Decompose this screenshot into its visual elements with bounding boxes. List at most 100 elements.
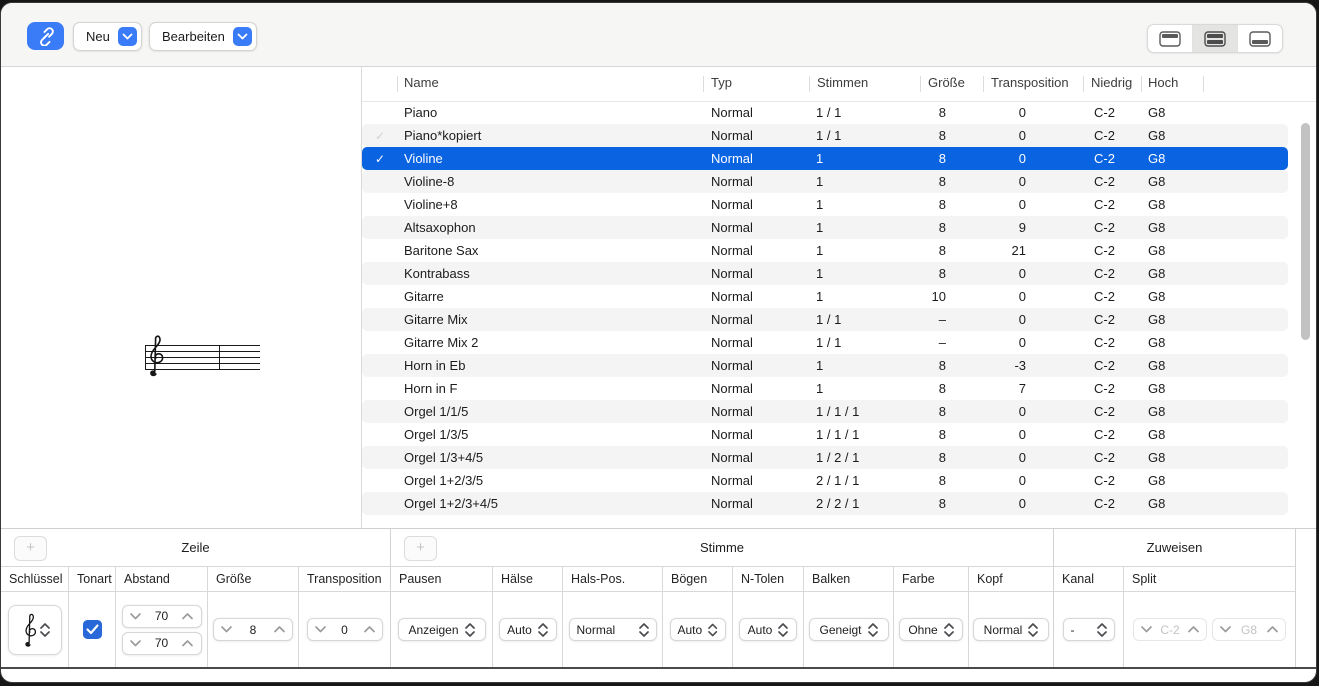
table-row[interactable]: Orgel 1/1/5 Normal 1 / 1 / 1 8 0 C-2 G8 (362, 400, 1288, 423)
haelse-select[interactable]: Auto (498, 618, 557, 641)
table-row[interactable]: Horn in Eb Normal 1 8 -3 C-2 G8 (362, 354, 1288, 377)
row-groesse: 8 (938, 473, 946, 488)
table-row[interactable]: Orgel 1+2/3/5 Normal 2 / 1 / 1 8 0 C-2 G… (362, 469, 1288, 492)
row-niedrig: C-2 (1094, 427, 1115, 442)
row-groesse: 8 (938, 358, 946, 373)
row-groesse: 10 (931, 289, 946, 304)
row-transposition: 0 (1018, 266, 1026, 281)
row-stimmen: 1 / 1 (816, 128, 842, 143)
tonart-checkbox[interactable] (82, 620, 102, 639)
stimme-title: Stimme (699, 540, 745, 555)
view-split-pane-button[interactable] (1192, 25, 1237, 52)
row-hoch: G8 (1148, 151, 1166, 166)
increment-icon (1188, 626, 1199, 633)
link-mode-button[interactable] (27, 22, 64, 50)
split-high-value: G8 (1240, 622, 1257, 637)
pausen-label: Pausen (391, 567, 492, 592)
balken-select[interactable]: Geneigt (808, 618, 889, 641)
row-groesse: 8 (938, 151, 946, 166)
new-button[interactable]: Neu (73, 22, 142, 51)
edit-dropdown-arrow[interactable] (232, 27, 252, 46)
row-name: Orgel 1/3+4/5 (404, 450, 484, 465)
row-groesse: 8 (938, 404, 946, 419)
farbe-select[interactable]: Ohne (899, 618, 963, 641)
transposition-stepper[interactable]: 0 (306, 618, 383, 641)
table-row[interactable]: Orgel 1/3/5 Normal 1 / 1 / 1 8 0 C-2 G8 (362, 423, 1288, 446)
updown-chevrons-icon (943, 622, 954, 637)
kopf-label: Kopf (969, 567, 1053, 592)
split-low-stepper[interactable]: C-2 (1133, 618, 1207, 641)
col-boegen: Bögen Auto (663, 567, 733, 667)
increment-icon[interactable] (182, 639, 194, 647)
hals-pos-select[interactable]: Normal (568, 618, 657, 641)
abstand-top-stepper[interactable]: 70 (121, 604, 202, 628)
split-high-stepper[interactable]: G8 (1212, 618, 1286, 641)
n-tolen-select[interactable]: Auto (739, 618, 797, 641)
increment-icon[interactable] (182, 612, 194, 620)
row-stimmen: 1 (816, 197, 824, 212)
table-row[interactable]: Altsaxophon Normal 1 8 9 C-2 G8 (362, 216, 1288, 239)
new-dropdown-arrow[interactable] (117, 27, 137, 46)
increment-icon[interactable] (363, 626, 375, 633)
table-row[interactable]: Baritone Sax Normal 1 8 21 C-2 G8 (362, 239, 1288, 262)
table-row[interactable]: ✓ Piano*kopiert Normal 1 / 1 8 0 C-2 G8 (362, 124, 1288, 147)
table-row[interactable]: Gitarre Mix 2 Normal 1 / 1 – 0 C-2 G8 (362, 331, 1288, 354)
row-typ: Normal (711, 197, 753, 212)
clef-selector[interactable] (7, 604, 62, 655)
split-label: Split (1124, 567, 1295, 592)
table-row[interactable]: ✓ Violine Normal 1 8 0 C-2 G8 (362, 147, 1288, 170)
table-row[interactable]: Violine+8 Normal 1 8 0 C-2 G8 (362, 193, 1288, 216)
table-row[interactable]: Kontrabass Normal 1 8 0 C-2 G8 (362, 262, 1288, 285)
abstand-bottom-value: 70 (154, 636, 169, 650)
kopf-select[interactable]: Normal (973, 618, 1049, 641)
haelse-label: Hälse (493, 567, 562, 592)
pausen-select[interactable]: Anzeigen (397, 618, 486, 641)
table-row[interactable]: Gitarre Mix Normal 1 / 1 – 0 C-2 G8 (362, 308, 1288, 331)
add-zeile-button[interactable]: + (14, 536, 47, 561)
table-row[interactable]: Orgel 1+2/3+4/5 Normal 2 / 2 / 1 8 0 C-2… (362, 492, 1288, 515)
view-top-pane-button[interactable] (1148, 25, 1192, 52)
pane-top-icon (1159, 30, 1181, 47)
view-bottom-pane-button[interactable] (1237, 25, 1282, 52)
table-row[interactable]: Horn in F Normal 1 8 7 C-2 G8 (362, 377, 1288, 400)
row-typ: Normal (711, 335, 753, 350)
row-name: Gitarre (404, 289, 444, 304)
row-stimmen: 1 / 1 / 1 (816, 427, 860, 442)
decrement-icon[interactable] (129, 639, 141, 647)
row-transposition: 0 (1018, 473, 1026, 488)
row-typ: Normal (711, 473, 753, 488)
row-typ: Normal (711, 151, 753, 166)
row-groesse: 8 (938, 105, 946, 120)
kanal-select[interactable]: - (1062, 618, 1115, 641)
table-row[interactable]: Piano Normal 1 / 1 8 0 C-2 G8 (362, 101, 1288, 124)
decrement-icon[interactable] (314, 626, 326, 633)
vertical-scrollbar[interactable] (1301, 123, 1310, 340)
row-stimmen: 1 (816, 381, 824, 396)
row-typ: Normal (711, 174, 753, 189)
increment-icon[interactable] (274, 626, 285, 633)
col-header-name: Name (404, 75, 439, 90)
kanal-value: - (1070, 622, 1075, 637)
add-stimme-button[interactable]: + (404, 536, 437, 561)
table-row[interactable]: Orgel 1/3+4/5 Normal 1 / 2 / 1 8 0 C-2 G… (362, 446, 1288, 469)
row-transposition: 0 (1018, 312, 1026, 327)
farbe-label: Farbe (894, 567, 968, 592)
table-row[interactable]: Gitarre Normal 1 10 0 C-2 G8 (362, 285, 1288, 308)
table-row[interactable]: Violine-8 Normal 1 8 0 C-2 G8 (362, 170, 1288, 193)
abstand-bottom-stepper[interactable]: 70 (121, 631, 202, 655)
edit-button[interactable]: Bearbeiten (149, 22, 257, 51)
row-hoch: G8 (1148, 427, 1166, 442)
col-pausen: Pausen Anzeigen (391, 567, 493, 667)
decrement-icon[interactable] (221, 626, 232, 633)
balken-label: Balken (804, 567, 893, 592)
updown-chevrons-icon (638, 622, 649, 637)
zeile-title-row: + Zeile (1, 529, 390, 567)
row-name: Violine (404, 151, 443, 166)
groesse-stepper[interactable]: 8 (213, 618, 293, 641)
boegen-select[interactable]: Auto (669, 618, 726, 641)
row-transposition: 9 (1018, 220, 1026, 235)
row-name: Orgel 1+2/3+4/5 (404, 496, 498, 511)
decrement-icon[interactable] (129, 612, 141, 620)
n-tolen-value: Auto (747, 622, 773, 637)
row-groesse: 8 (938, 381, 946, 396)
